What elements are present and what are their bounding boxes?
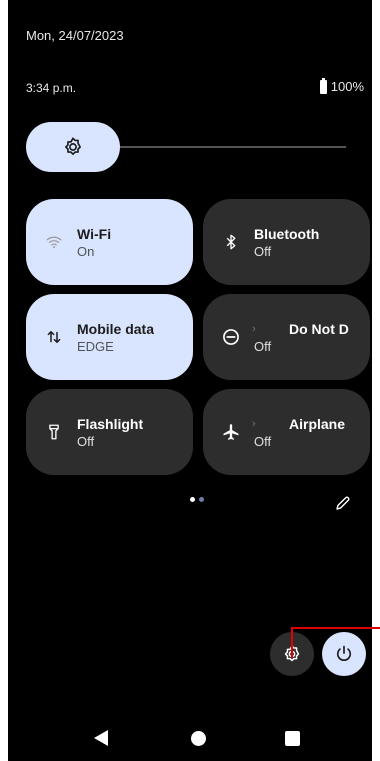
page-dot-active — [190, 497, 195, 502]
tile-label: Do Not D — [289, 321, 349, 337]
tile-label: Airplane — [289, 416, 346, 432]
flashlight-icon — [42, 420, 66, 444]
battery-percent: 100% — [330, 79, 364, 94]
tile-wifi[interactable]: Wi-Fi On — [26, 199, 193, 285]
back-triangle-icon[interactable] — [94, 730, 108, 746]
battery-status: 100% — [319, 77, 364, 94]
power-icon — [336, 645, 352, 661]
tile-airplane-mode[interactable]: › Airplane Off — [203, 389, 370, 475]
do-not-disturb-icon — [219, 325, 243, 349]
page-indicator — [190, 497, 204, 502]
tile-do-not-disturb[interactable]: › Do Not D Off — [203, 294, 370, 380]
highlight-line-vertical — [291, 627, 293, 658]
brightness-thumb[interactable] — [26, 122, 120, 172]
brightness-track[interactable] — [106, 146, 346, 148]
date-label: Mon, 24/07/2023 — [26, 28, 124, 43]
bluetooth-icon — [219, 230, 243, 254]
brightness-slider[interactable] — [26, 122, 348, 172]
tile-status: Off — [77, 434, 95, 449]
edit-tiles-button[interactable] — [332, 492, 354, 514]
tile-status: Off — [254, 434, 272, 449]
airplane-icon — [219, 420, 243, 444]
wifi-icon — [42, 230, 66, 254]
quick-settings-panel: Mon, 24/07/2023 3:34 p.m. 100% Wi-Fi On — [8, 0, 372, 761]
highlight-line-horizontal — [291, 627, 380, 629]
tile-status: On — [77, 244, 95, 259]
tile-label: Bluetooth — [254, 226, 320, 242]
tile-label: Wi-Fi — [77, 226, 112, 242]
power-button[interactable] — [322, 632, 366, 676]
pencil-icon — [336, 496, 350, 510]
tile-mobile-data[interactable]: Mobile data EDGE — [26, 294, 193, 380]
mobile-data-arrows-icon — [42, 325, 66, 349]
battery-icon — [319, 77, 327, 94]
recents-square-icon[interactable] — [285, 731, 300, 746]
tile-status: Off — [254, 339, 272, 354]
brightness-gear-icon — [65, 137, 81, 155]
tile-flashlight[interactable]: Flashlight Off — [26, 389, 193, 475]
scroll-fade-glyph: › — [252, 323, 256, 335]
tile-label: Mobile data — [77, 321, 155, 337]
clock: 3:34 p.m. — [26, 81, 77, 95]
navigation-bar — [8, 718, 372, 758]
scroll-fade-glyph: › — [252, 418, 256, 430]
tile-bluetooth[interactable]: Bluetooth Off — [203, 199, 370, 285]
page-dot — [199, 497, 204, 502]
tile-status: Off — [254, 244, 272, 259]
home-circle-icon[interactable] — [191, 731, 206, 746]
tile-label: Flashlight — [77, 416, 144, 432]
tile-status: EDGE — [77, 339, 114, 354]
